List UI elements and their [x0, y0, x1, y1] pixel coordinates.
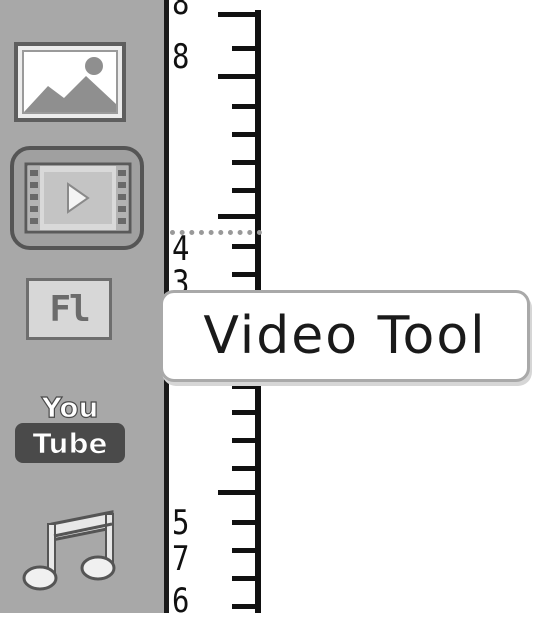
- ruler-major-tick: [218, 74, 258, 79]
- ruler-major-tick: [218, 12, 258, 17]
- youtube-icon: You Tube: [15, 391, 125, 467]
- ruler-minor-tick: [232, 410, 258, 415]
- ruler-minor-tick: [232, 46, 258, 51]
- ruler-minor-tick: [232, 438, 258, 443]
- film-play-icon: [10, 146, 144, 250]
- ruler-minor-tick: [232, 132, 258, 137]
- youtube-tube-box: Tube: [15, 423, 125, 463]
- ruler-minor-tick: [232, 576, 258, 581]
- ruler-label: 5: [172, 503, 190, 543]
- tooltip-text: Video Tool: [203, 306, 487, 366]
- ruler-minor-tick: [232, 604, 258, 609]
- audio-tool-button[interactable]: [22, 506, 122, 592]
- ruler-minor-tick: [232, 466, 258, 471]
- ruler-label: 8: [172, 37, 190, 77]
- ruler-minor-tick: [232, 272, 258, 277]
- video-tool-tooltip: Video Tool: [160, 290, 530, 382]
- ruler-major-tick: [218, 214, 258, 219]
- image-icon: [14, 42, 126, 122]
- ruler-minor-tick: [232, 188, 258, 193]
- youtube-label-tube: Tube: [32, 426, 108, 460]
- ruler-minor-tick: [232, 384, 258, 389]
- youtube-tool-button[interactable]: You Tube: [15, 391, 125, 467]
- playhead-guide: [170, 230, 262, 235]
- music-note-icon: [22, 510, 116, 591]
- left-toolbar: Fl You Tube: [0, 0, 164, 613]
- ruler-minor-tick: [232, 244, 258, 249]
- flash-tool-button[interactable]: Fl: [26, 278, 112, 340]
- video-tool-button[interactable]: [10, 146, 144, 250]
- ruler-label: 7: [172, 539, 190, 579]
- image-tool-button[interactable]: [14, 42, 126, 122]
- ruler-minor-tick: [232, 160, 258, 165]
- ruler-minor-tick: [232, 104, 258, 109]
- flash-icon: Fl: [26, 278, 112, 340]
- youtube-label-you: You: [41, 391, 99, 424]
- ruler-label: 4: [172, 229, 190, 269]
- ruler-major-tick: [218, 490, 258, 495]
- ruler-label: 8: [172, 0, 190, 23]
- flash-label: Fl: [49, 288, 90, 330]
- ruler-minor-tick: [232, 548, 258, 553]
- ruler-minor-tick: [232, 520, 258, 525]
